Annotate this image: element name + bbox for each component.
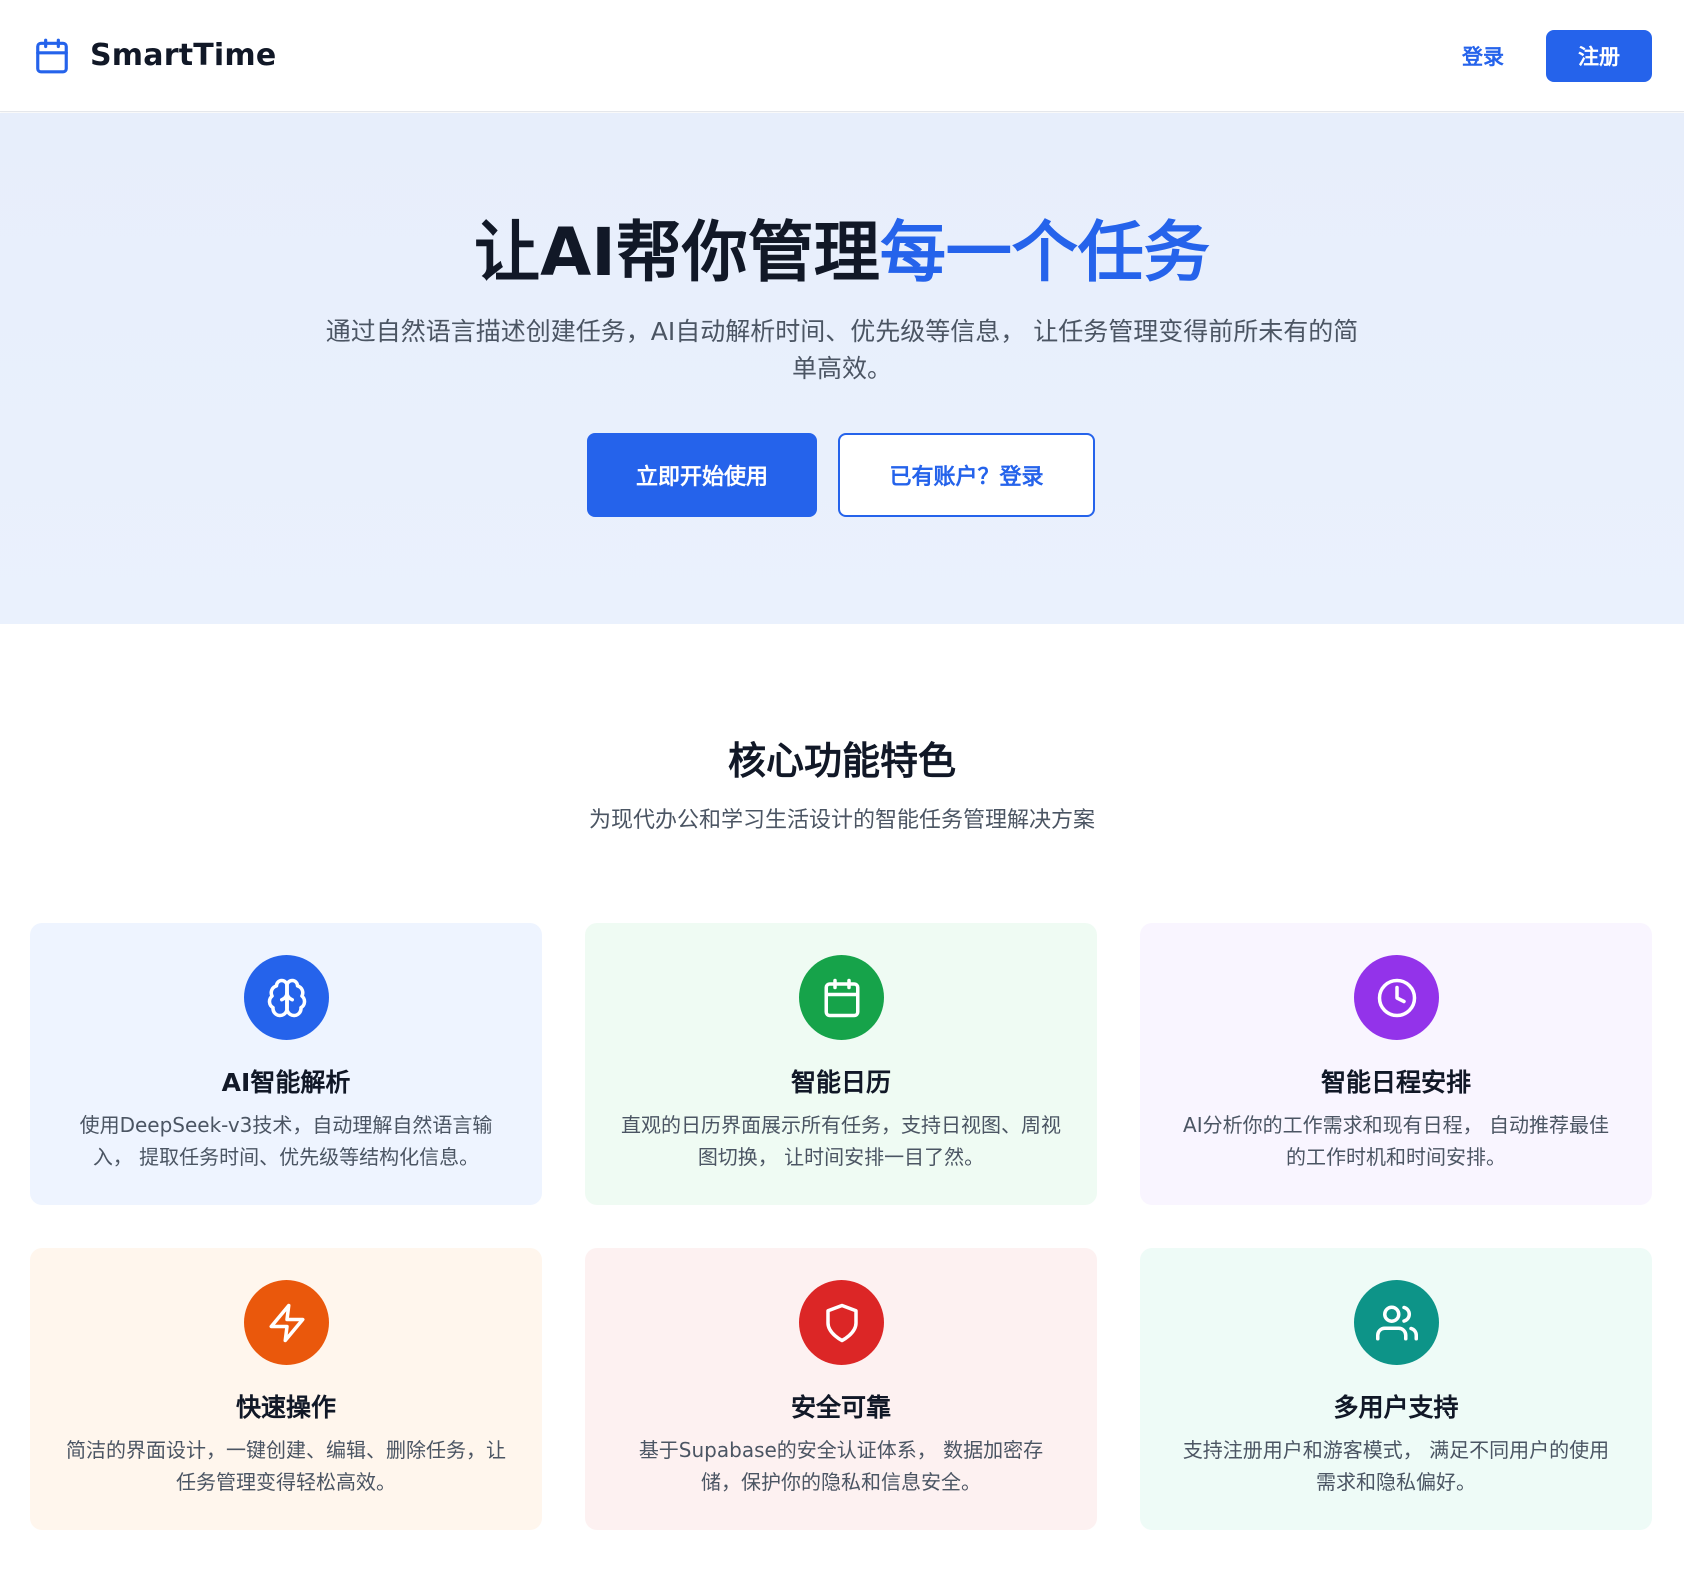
feature-description: 简洁的界面设计，一键创建、编辑、删除任务，让任务管理变得轻松高效。	[66, 1438, 506, 1494]
feature-title: 多用户支持	[1333, 1393, 1459, 1422]
top-navbar: SmartTime 登录 注册	[0, 0, 1684, 112]
feature-card-security: 安全可靠 基于Supabase的安全认证体系， 数据加密存储，保护你的隐私和信息…	[585, 1248, 1097, 1530]
signup-button[interactable]: 注册	[1546, 29, 1652, 82]
hero-title-accent: 每一个任务	[879, 214, 1210, 291]
feature-card-multi-user: 多用户支持 支持注册用户和游客模式， 满足不同用户的使用需求和隐私偏好。	[1140, 1248, 1652, 1530]
brand-name: SmartTime	[90, 38, 277, 73]
feature-title: 快速操作	[235, 1393, 336, 1422]
calendar-icon	[32, 36, 72, 76]
features-subtitle: 为现代办公和学习生活设计的智能任务管理解决方案	[588, 808, 1095, 833]
feature-title: 智能日历	[790, 1068, 891, 1097]
brand[interactable]: SmartTime	[32, 36, 276, 76]
calendar-icon	[799, 955, 884, 1040]
feature-description: 直观的日历界面展示所有任务，支持日视图、周视图切换， 让时间安排一目了然。	[621, 1113, 1061, 1169]
feature-card-smart-scheduling: 智能日程安排 AI分析你的工作需求和现有日程， 自动推荐最佳的工作时机和时间安排…	[1140, 923, 1652, 1205]
hero-title: 让AI帮你管理每一个任务	[0, 213, 1684, 292]
feature-title: AI智能解析	[221, 1068, 351, 1097]
existing-account-login-button[interactable]: 已有账户？登录	[838, 433, 1095, 517]
features-title: 核心功能特色	[727, 739, 956, 783]
get-started-button[interactable]: 立即开始使用	[587, 433, 817, 517]
feature-title: 智能日程安排	[1320, 1068, 1471, 1097]
users-icon	[1354, 1280, 1439, 1365]
shield-icon	[799, 1280, 884, 1365]
feature-card-smart-calendar: 智能日历 直观的日历界面展示所有任务，支持日视图、周视图切换， 让时间安排一目了…	[585, 923, 1097, 1205]
feature-description: AI分析你的工作需求和现有日程， 自动推荐最佳的工作时机和时间安排。	[1183, 1113, 1609, 1169]
login-button[interactable]: 登录	[1462, 41, 1504, 71]
hero-section: 让AI帮你管理每一个任务 通过自然语言描述创建任务，AI自动解析时间、优先级等信…	[0, 113, 1684, 624]
lightning-icon	[244, 1280, 329, 1365]
hero-subtitle: 通过自然语言描述创建任务，AI自动解析时间、优先级等信息， 让任务管理变得前所未…	[325, 317, 1359, 383]
feature-card-quick-actions: 快速操作 简洁的界面设计，一键创建、编辑、删除任务，让任务管理变得轻松高效。	[30, 1248, 542, 1530]
brain-icon	[244, 955, 329, 1040]
feature-description: 基于Supabase的安全认证体系， 数据加密存储，保护你的隐私和信息安全。	[638, 1438, 1044, 1494]
hero-title-main: 让AI帮你管理	[474, 214, 880, 291]
clock-icon	[1354, 955, 1439, 1040]
feature-description: 支持注册用户和游客模式， 满足不同用户的使用需求和隐私偏好。	[1182, 1438, 1610, 1494]
feature-title: 安全可靠	[790, 1393, 891, 1422]
nav-actions: 登录 注册	[1462, 29, 1652, 82]
feature-card-ai-parsing: AI智能解析 使用DeepSeek-v3技术，自动理解自然语言输入， 提取任务时…	[30, 923, 542, 1205]
feature-description: 使用DeepSeek-v3技术，自动理解自然语言输入， 提取任务时间、优先级等结…	[79, 1113, 493, 1169]
